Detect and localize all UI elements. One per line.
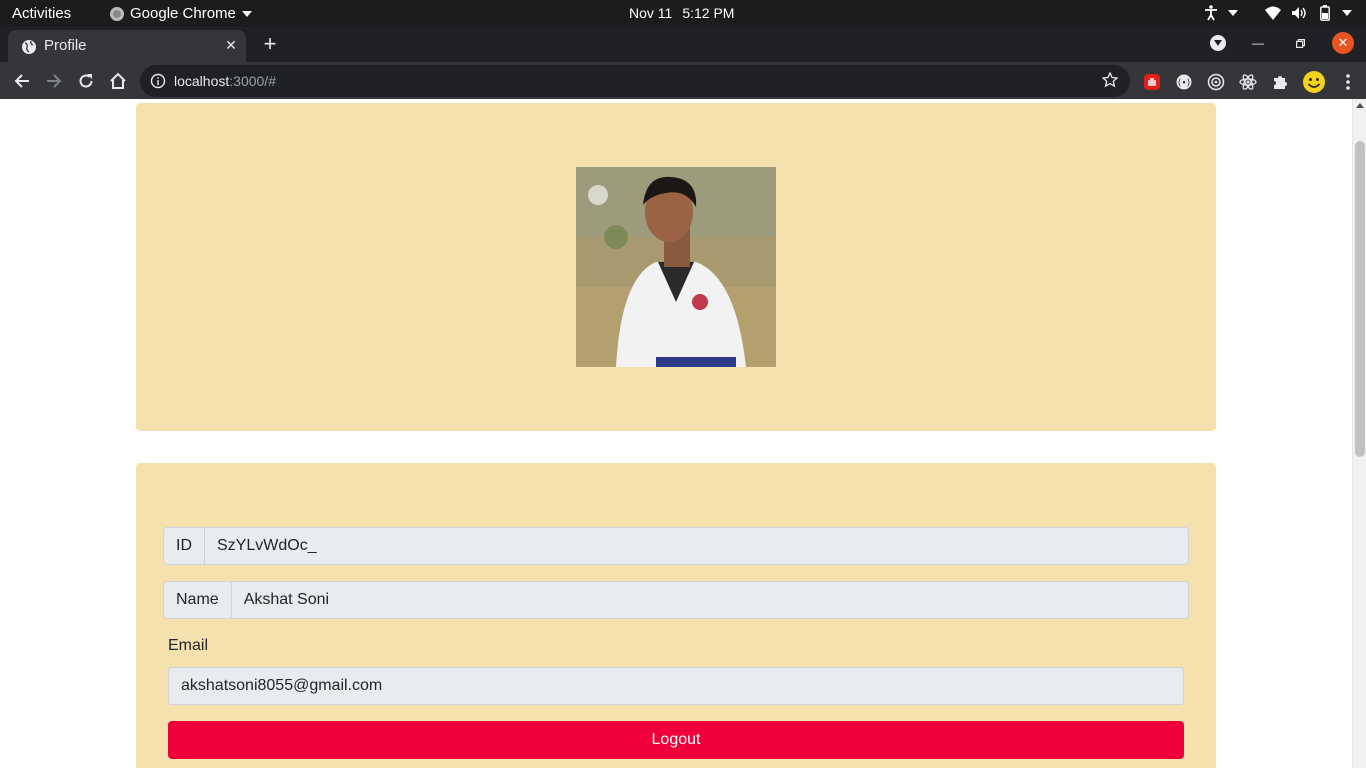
caret-down-icon bbox=[241, 10, 252, 17]
id-field[interactable]: SzYLvWdOc_ bbox=[205, 528, 1188, 564]
id-input-group: ID SzYLvWdOc_ bbox=[163, 527, 1189, 565]
chrome-icon bbox=[110, 6, 124, 21]
forward-icon[interactable] bbox=[42, 69, 66, 93]
email-field[interactable]: akshatsoni8055@gmail.com bbox=[168, 667, 1184, 705]
app-name: Google Chrome bbox=[130, 5, 236, 22]
profile-avatar-icon[interactable] bbox=[1302, 70, 1326, 94]
app-menu[interactable]: Google Chrome bbox=[110, 5, 252, 22]
email-label: Email bbox=[168, 637, 209, 654]
extensions-puzzle-icon[interactable] bbox=[1270, 72, 1290, 92]
activities-button[interactable]: Activities bbox=[12, 5, 71, 22]
caret-down-icon[interactable] bbox=[1342, 10, 1352, 16]
browser-toolbar: localhost:3000/# (•) bbox=[0, 62, 1366, 99]
chrome-menu-icon[interactable] bbox=[1338, 72, 1358, 92]
scroll-up-arrow-icon[interactable] bbox=[1356, 103, 1364, 108]
address-bar[interactable]: localhost:3000/# bbox=[140, 65, 1130, 97]
tab-close-icon[interactable]: ✕ bbox=[222, 36, 240, 54]
reload-icon[interactable] bbox=[74, 69, 98, 93]
volume-icon[interactable] bbox=[1290, 4, 1308, 22]
date-text: Nov 11 bbox=[629, 5, 673, 21]
target-extension-icon[interactable] bbox=[1206, 72, 1226, 92]
url-text[interactable]: localhost:3000/# bbox=[174, 73, 276, 89]
clock[interactable]: Nov 11 5:12 PM bbox=[629, 5, 734, 21]
name-input-group: Name Akshat Soni bbox=[163, 581, 1189, 619]
react-devtools-icon[interactable] bbox=[1238, 72, 1258, 92]
globe-icon bbox=[21, 39, 37, 55]
tab-search-icon[interactable] bbox=[1210, 35, 1226, 51]
back-icon[interactable] bbox=[10, 69, 34, 93]
battery-icon[interactable] bbox=[1316, 4, 1334, 22]
name-label: Name bbox=[164, 582, 232, 618]
logout-button[interactable]: Logout bbox=[168, 721, 1184, 759]
wifi-icon[interactable] bbox=[1264, 4, 1282, 22]
accessibility-icon[interactable] bbox=[1202, 4, 1220, 22]
name-field[interactable]: Akshat Soni bbox=[231, 582, 1188, 618]
bookmark-star-icon[interactable] bbox=[1101, 71, 1120, 90]
time-text: 5:12 PM bbox=[682, 5, 735, 21]
site-info-icon[interactable] bbox=[150, 73, 166, 89]
tab-strip: Profile ✕ + — ✕ bbox=[0, 27, 1366, 62]
red-hand-extension-icon[interactable] bbox=[1142, 72, 1162, 92]
tab-title: Profile bbox=[44, 37, 87, 54]
profile-photo bbox=[576, 167, 776, 367]
extensions-bar: (•) bbox=[1142, 70, 1358, 94]
system-top-bar: Activities Google Chrome Nov 11 5:12 PM bbox=[0, 0, 1366, 27]
url-path: :3000/# bbox=[229, 73, 276, 89]
window-close-icon[interactable]: ✕ bbox=[1332, 32, 1354, 54]
restore-icon[interactable] bbox=[1290, 33, 1310, 53]
page-scrollbar[interactable] bbox=[1352, 99, 1366, 768]
tab-profile[interactable]: Profile ✕ bbox=[8, 30, 246, 62]
scrollbar-thumb[interactable] bbox=[1355, 141, 1365, 457]
page-viewport: ID SzYLvWdOc_ Name Akshat Soni Email aks… bbox=[0, 99, 1352, 768]
profile-photo-card bbox=[136, 103, 1216, 431]
url-host: localhost bbox=[174, 73, 230, 89]
profile-info-card: ID SzYLvWdOc_ Name Akshat Soni Email aks… bbox=[136, 463, 1216, 768]
system-tray[interactable] bbox=[1202, 4, 1352, 22]
svg-text:(•): (•) bbox=[1178, 79, 1190, 89]
minimize-icon[interactable]: — bbox=[1248, 33, 1268, 53]
window-controls: — ✕ bbox=[1210, 32, 1354, 54]
new-tab-button[interactable]: + bbox=[258, 31, 282, 56]
home-icon[interactable] bbox=[106, 69, 130, 93]
id-label: ID bbox=[164, 528, 205, 564]
translate-extension-icon[interactable]: (•) bbox=[1174, 72, 1194, 92]
caret-down-icon[interactable] bbox=[1228, 10, 1238, 16]
